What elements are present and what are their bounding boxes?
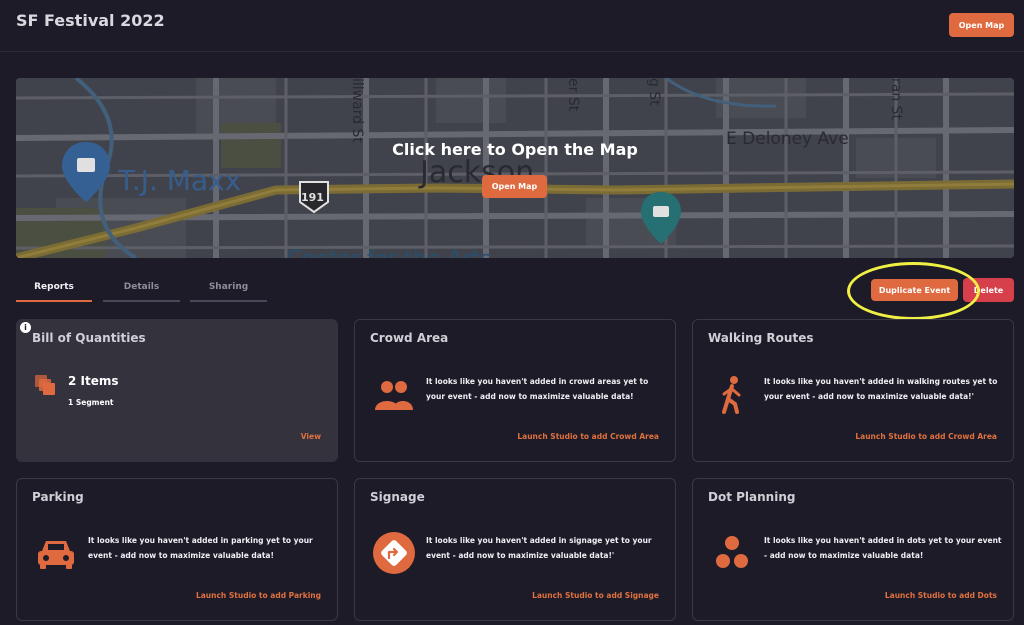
open-map-button-header[interactable]: Open Map	[949, 13, 1014, 37]
map-image: 191 T.J. Maxx Jackson E Deloney Ave Cent…	[16, 78, 1014, 258]
open-map-button[interactable]: Open Map	[482, 175, 547, 198]
card-signage: Signage It looks like you haven't added …	[354, 478, 676, 621]
tab-sharing[interactable]: Sharing	[190, 278, 267, 302]
segment-count: 1 Segment	[68, 398, 114, 407]
card-walking-routes: Walking Routes It looks like you haven't…	[692, 319, 1014, 462]
card-description: It looks like you haven't added in crowd…	[426, 377, 649, 401]
tab-reports[interactable]: Reports	[16, 278, 92, 302]
card-description: It looks like you haven't added in signa…	[426, 536, 652, 560]
map-preview-banner[interactable]: 191 T.J. Maxx Jackson E Deloney Ave Cent…	[16, 78, 1014, 258]
info-icon[interactable]: i	[20, 322, 31, 333]
map-overlay-title: Click here to Open the Map	[392, 140, 638, 159]
launch-studio-link[interactable]: Launch Studio to add Crowd Area	[517, 432, 659, 441]
card-title: Parking	[32, 490, 84, 504]
direction-sign-icon	[373, 532, 415, 574]
card-title: Walking Routes	[708, 331, 814, 345]
card-crowd-area: Crowd Area It looks like you haven't add…	[354, 319, 676, 462]
launch-studio-link[interactable]: Launch Studio to add Parking	[196, 591, 321, 600]
card-title: Bill of Quantities	[32, 331, 146, 345]
launch-studio-link[interactable]: Launch Studio to add Dots	[885, 591, 997, 600]
card-title: Crowd Area	[370, 331, 449, 345]
card-description: It looks like you haven't added in dots …	[764, 536, 1002, 560]
dots-icon	[716, 536, 748, 568]
card-dot-planning: Dot Planning It looks like you haven't a…	[692, 478, 1014, 621]
launch-studio-link[interactable]: Launch Studio to add Signage	[532, 591, 659, 600]
card-description: It looks like you haven't added in walki…	[764, 377, 998, 401]
walking-person-icon	[722, 376, 741, 414]
page-title: SF Festival 2022	[16, 11, 165, 30]
card-parking: Parking It looks like you haven't added …	[16, 478, 338, 621]
page-header: SF Festival 2022 Open Map	[0, 0, 1024, 52]
car-icon	[38, 541, 74, 569]
card-title: Dot Planning	[708, 490, 796, 504]
highlight-annotation	[847, 262, 980, 320]
item-count: 2 Items	[68, 374, 119, 388]
card-title: Signage	[370, 490, 425, 504]
layers-icon	[35, 375, 55, 395]
card-bill-of-quantities: Bill of Quantities 2 Items 1 Segment Vie…	[16, 319, 338, 462]
tab-details[interactable]: Details	[103, 278, 180, 302]
people-icon	[375, 381, 413, 410]
view-link[interactable]: View	[301, 432, 321, 441]
card-description: It looks like you haven't added in parki…	[88, 536, 313, 560]
launch-studio-link[interactable]: Launch Studio to add Crowd Area	[855, 432, 997, 441]
